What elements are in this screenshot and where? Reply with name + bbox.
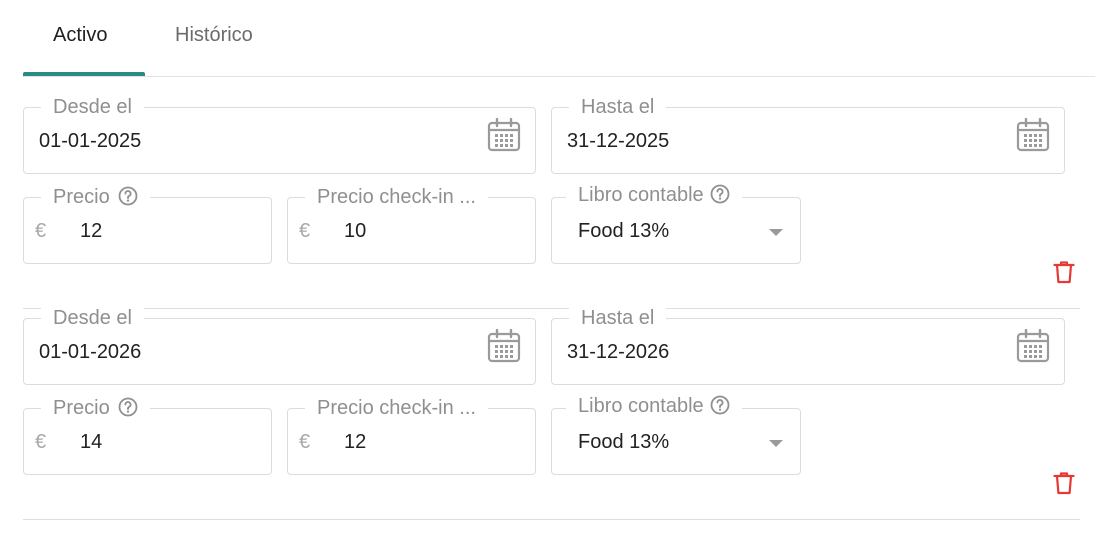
chevron-down-icon[interactable] [769, 440, 783, 447]
calendar-icon[interactable] [1016, 329, 1050, 363]
calendar-icon[interactable] [487, 329, 521, 363]
help-icon[interactable] [118, 186, 138, 206]
ledger-label-text: Libro contable [578, 184, 704, 206]
price-field[interactable]: Precio € 14 [23, 397, 272, 475]
ledger-select[interactable]: Libro contable Food 13% [551, 184, 801, 264]
to-date-field[interactable]: Hasta el 31-12-2026 [551, 307, 1065, 385]
from-date-field[interactable]: Desde el 01-01-2025 [23, 96, 536, 174]
currency-prefix: € [35, 431, 47, 453]
tab-bar: Activo Histórico [23, 0, 1095, 77]
from-date-value: 01-01-2026 [39, 341, 142, 363]
ledger-label-text: Libro contable [578, 395, 704, 417]
price-label-text: Precio [53, 397, 110, 419]
checkin-price-label: Precio check-in ... [305, 397, 488, 419]
delete-icon[interactable] [1053, 471, 1075, 495]
currency-prefix: € [299, 220, 311, 242]
checkin-price-field[interactable]: Precio check-in ... € 10 [287, 186, 536, 264]
to-date-label: Hasta el [569, 96, 667, 118]
tab-historico[interactable]: Histórico [175, 24, 253, 47]
price-label-text: Precio [53, 186, 110, 208]
ledger-value: Food 13% [578, 431, 670, 453]
help-icon[interactable] [710, 395, 730, 415]
to-date-label: Hasta el [569, 307, 667, 329]
chevron-down-icon[interactable] [769, 229, 783, 236]
calendar-icon[interactable] [1016, 118, 1050, 152]
from-date-field[interactable]: Desde el 01-01-2026 [23, 307, 536, 385]
currency-prefix: € [299, 431, 311, 453]
price-label: Precio [41, 186, 150, 208]
help-icon[interactable] [710, 184, 730, 204]
price-value: 14 [80, 431, 103, 453]
calendar-icon[interactable] [487, 118, 521, 152]
ledger-label: Libro contable [566, 184, 742, 206]
price-field[interactable]: Precio € 12 [23, 186, 272, 264]
help-icon[interactable] [118, 397, 138, 417]
ledger-value: Food 13% [578, 220, 670, 242]
checkin-price-value: 12 [344, 431, 367, 453]
from-date-label: Desde el [41, 307, 144, 329]
ledger-select[interactable]: Libro contable Food 13% [551, 395, 801, 475]
to-date-value: 31-12-2025 [567, 130, 670, 152]
delete-icon[interactable] [1053, 260, 1075, 284]
to-date-field[interactable]: Hasta el 31-12-2025 [551, 96, 1065, 174]
from-date-value: 01-01-2025 [39, 130, 142, 152]
to-date-value: 31-12-2026 [567, 341, 670, 363]
checkin-price-field[interactable]: Precio check-in ... € 12 [287, 397, 536, 475]
row-divider [23, 519, 1080, 520]
currency-prefix: € [35, 220, 47, 242]
checkin-price-label: Precio check-in ... [305, 186, 488, 208]
active-tab-indicator [23, 72, 145, 76]
price-value: 12 [80, 220, 103, 242]
checkin-price-value: 10 [344, 220, 367, 242]
ledger-label: Libro contable [566, 395, 742, 417]
from-date-label: Desde el [41, 96, 144, 118]
price-label: Precio [41, 397, 150, 419]
tab-activo[interactable]: Activo [53, 24, 107, 47]
row-divider [23, 308, 1080, 309]
